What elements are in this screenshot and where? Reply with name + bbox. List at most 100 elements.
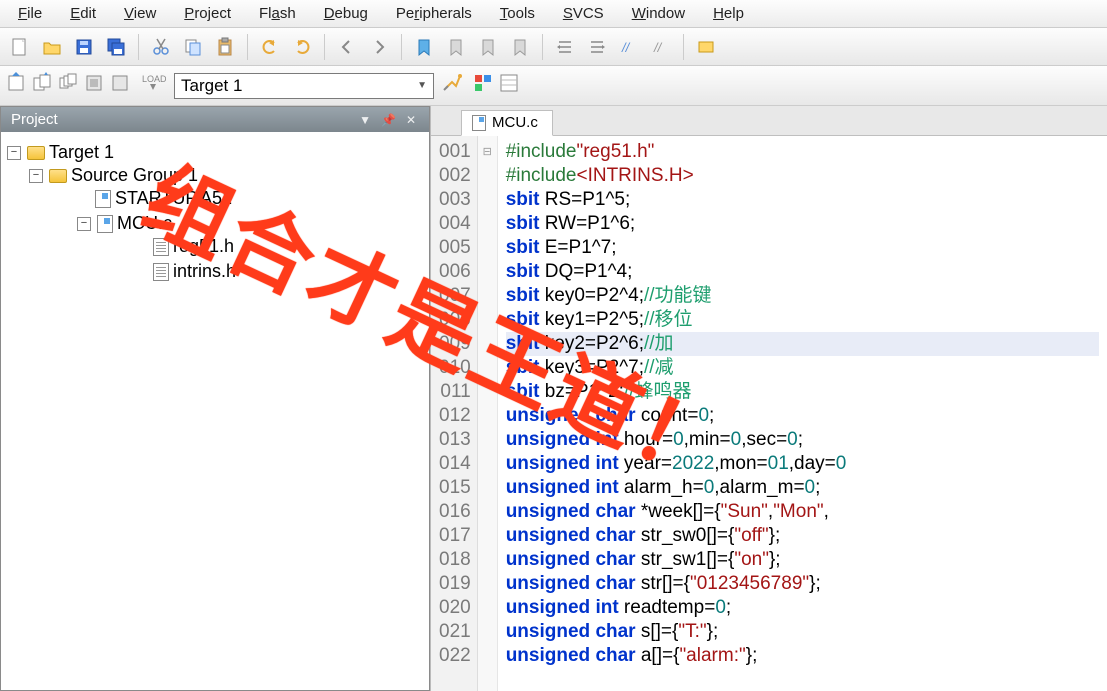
code-line[interactable]: unsigned int alarm_h=0,alarm_m=0; <box>506 476 1099 500</box>
tree-target-node[interactable]: − Target 1 <box>7 142 423 163</box>
menu-flash[interactable]: Flash <box>245 2 310 25</box>
c-file-icon <box>97 215 113 233</box>
target-selector[interactable]: Target 1 ▼ <box>174 73 434 99</box>
copy-button[interactable] <box>179 33 207 61</box>
svg-text://: // <box>653 40 663 55</box>
code-line[interactable]: unsigned char str[]={"0123456789"}; <box>506 572 1099 596</box>
build-toolbar: LOAD Target 1 ▼ <box>0 66 1107 106</box>
code-line[interactable]: unsigned char *week[]={"Sun","Mon", <box>506 500 1099 524</box>
code-line[interactable]: unsigned int year=2022,mon=01,day=0 <box>506 452 1099 476</box>
new-file-button[interactable] <box>6 33 34 61</box>
menu-view[interactable]: View <box>110 2 170 25</box>
menu-peripherals[interactable]: Peripherals <box>382 2 486 25</box>
tree-header-label: reg51.h <box>173 236 234 257</box>
bookmark-next-button[interactable] <box>474 33 502 61</box>
collapse-icon[interactable]: − <box>29 169 43 183</box>
open-file-button[interactable] <box>38 33 66 61</box>
code-line[interactable]: sbit DQ=P1^4; <box>506 260 1099 284</box>
header-file-icon <box>153 263 169 281</box>
manage-button[interactable] <box>472 72 494 99</box>
code-line[interactable]: unsigned char s[]={"T:"}; <box>506 620 1099 644</box>
find-button[interactable] <box>692 33 720 61</box>
nav-back-button[interactable] <box>333 33 361 61</box>
tree-file-label: STARTUP.A51 <box>115 188 232 209</box>
code-line[interactable]: sbit key2=P2^6;//加 <box>506 332 1099 356</box>
code-line[interactable]: unsigned char a[]={"alarm:"}; <box>506 644 1099 668</box>
paste-button[interactable] <box>211 33 239 61</box>
code-line[interactable]: unsigned int hour=0,min=0,sec=0; <box>506 428 1099 452</box>
editor-tabbar: MCU.c <box>431 106 1107 136</box>
code-line[interactable]: sbit RW=P1^6; <box>506 212 1099 236</box>
code-line[interactable]: #include"reg51.h" <box>506 140 1099 164</box>
bookmark-clear-button[interactable] <box>506 33 534 61</box>
menu-project[interactable]: Project <box>170 2 245 25</box>
panel-dropdown-icon[interactable]: ▼ <box>356 113 374 127</box>
tree-file-label: MCU.c <box>117 213 172 234</box>
tree-file-startup[interactable]: STARTUP.A51 <box>77 188 423 209</box>
collapse-icon[interactable]: − <box>77 217 91 231</box>
main-toolbar: // // <box>0 28 1107 66</box>
editor-panel: MCU.c 0010020030040050060070080090100110… <box>430 106 1107 691</box>
bookmark-prev-button[interactable] <box>442 33 470 61</box>
options-button[interactable] <box>442 72 464 99</box>
save-all-button[interactable] <box>102 33 130 61</box>
tree-header-label: intrins.h <box>173 261 236 282</box>
stop-build-button[interactable] <box>110 72 132 99</box>
code-line[interactable]: unsigned int readtemp=0; <box>506 596 1099 620</box>
tree-source-group-node[interactable]: − Source Group 1 <box>29 165 423 186</box>
comment-button[interactable]: // <box>615 33 643 61</box>
code-body[interactable]: #include"reg51.h"#include<INTRINS.H>sbit… <box>498 136 1107 691</box>
tree-header-intrins[interactable]: intrins.h <box>153 261 423 282</box>
collapse-icon[interactable]: − <box>7 146 21 160</box>
menu-tools[interactable]: Tools <box>486 2 549 25</box>
code-line[interactable]: #include<INTRINS.H> <box>506 164 1099 188</box>
svg-text:LOAD: LOAD <box>142 74 166 84</box>
code-line[interactable]: unsigned char count=0; <box>506 404 1099 428</box>
project-tree[interactable]: − Target 1 − Source Group 1 <box>1 132 429 690</box>
menu-window[interactable]: Window <box>618 2 699 25</box>
code-editor[interactable]: 0010020030040050060070080090100110120130… <box>431 136 1107 691</box>
outdent-button[interactable] <box>583 33 611 61</box>
editor-tab-label: MCU.c <box>492 114 538 131</box>
manage-components-button[interactable] <box>498 72 520 99</box>
batch-build-button[interactable] <box>84 72 106 99</box>
tree-header-reg51[interactable]: reg51.h <box>153 236 423 257</box>
translate-button[interactable] <box>6 72 28 99</box>
folder-icon <box>49 169 67 183</box>
editor-tab-mcu[interactable]: MCU.c <box>461 110 553 136</box>
menu-svcs[interactable]: SVCS <box>549 2 618 25</box>
undo-button[interactable] <box>256 33 284 61</box>
menu-file[interactable]: File <box>4 2 56 25</box>
asm-file-icon <box>95 190 111 208</box>
code-line[interactable]: sbit RS=P1^5; <box>506 188 1099 212</box>
uncomment-button[interactable]: // <box>647 33 675 61</box>
code-line[interactable]: sbit key1=P2^5;//移位 <box>506 308 1099 332</box>
fold-gutter: ⊟ <box>478 136 498 691</box>
project-panel-header: Project ▼ 📌 ✕ <box>1 107 429 132</box>
code-line[interactable]: sbit key3=P2^7;//减 <box>506 356 1099 380</box>
menu-help[interactable]: Help <box>699 2 758 25</box>
indent-button[interactable] <box>551 33 579 61</box>
panel-pin-icon[interactable]: 📌 <box>378 113 399 127</box>
build-button[interactable] <box>32 72 54 99</box>
code-line[interactable]: sbit key0=P2^4;//功能键 <box>506 284 1099 308</box>
download-button[interactable]: LOAD <box>140 72 166 99</box>
c-file-icon <box>472 115 486 131</box>
code-line[interactable]: sbit bz=P1^2;//蜂鸣器 <box>506 380 1099 404</box>
redo-button[interactable] <box>288 33 316 61</box>
code-line[interactable]: sbit E=P1^7; <box>506 236 1099 260</box>
rebuild-button[interactable] <box>58 72 80 99</box>
tree-file-mcu[interactable]: − MCU.c <box>77 213 423 234</box>
menu-debug[interactable]: Debug <box>310 2 382 25</box>
save-button[interactable] <box>70 33 98 61</box>
dropdown-arrow-icon: ▼ <box>417 80 427 91</box>
target-selector-value: Target 1 <box>181 76 242 96</box>
panel-close-icon[interactable]: ✕ <box>403 113 419 127</box>
menu-edit[interactable]: Edit <box>56 2 110 25</box>
code-line[interactable]: unsigned char str_sw0[]={"off"}; <box>506 524 1099 548</box>
code-line[interactable]: unsigned char str_sw1[]={"on"}; <box>506 548 1099 572</box>
nav-forward-button[interactable] <box>365 33 393 61</box>
svg-text://: // <box>621 40 631 55</box>
bookmark-button[interactable] <box>410 33 438 61</box>
cut-button[interactable] <box>147 33 175 61</box>
